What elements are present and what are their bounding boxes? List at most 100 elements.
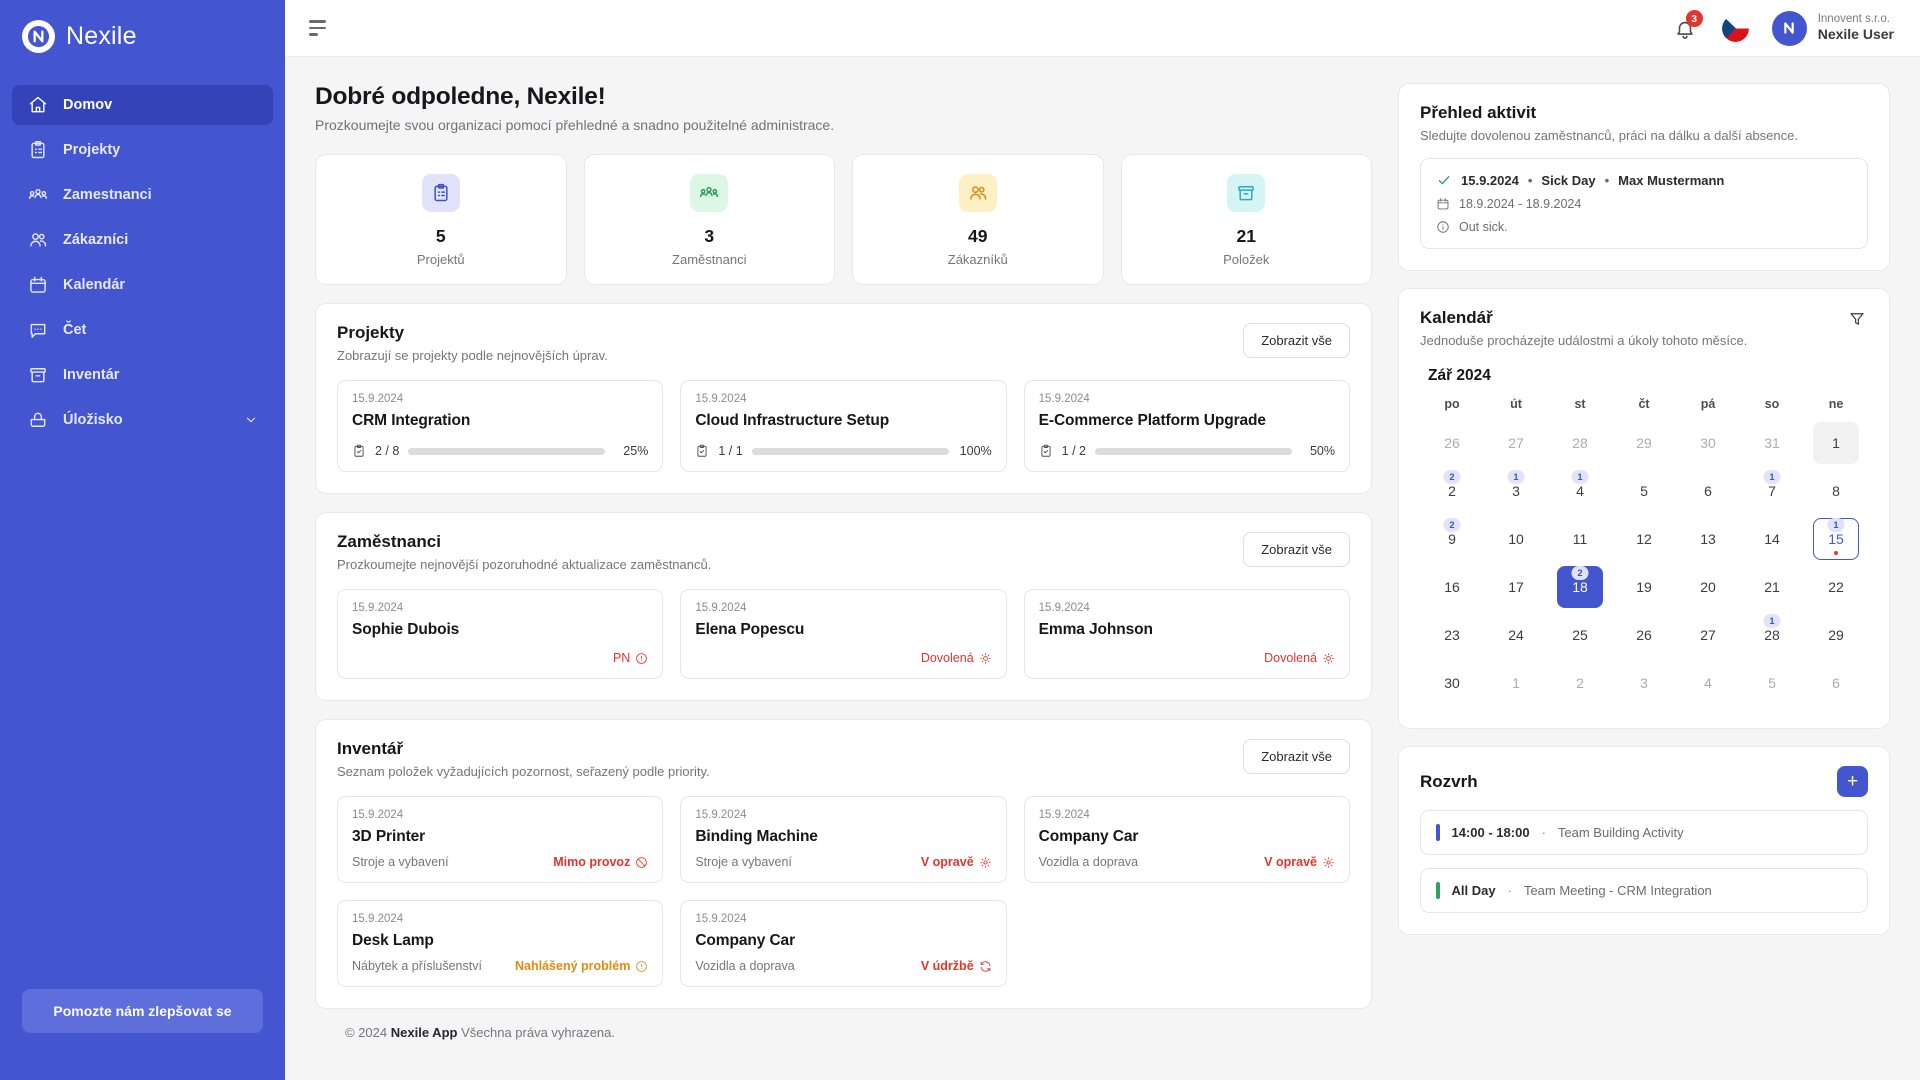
inventory-card[interactable]: 15.9.2024 Company Car Vozidla a doprava … xyxy=(680,900,1007,987)
stat-card-employees[interactable]: 3 Zaměstnanci xyxy=(583,154,835,285)
inventory-card[interactable]: 15.9.2024 3D Printer Stroje a vybavení M… xyxy=(337,796,664,883)
day-number: 1 xyxy=(1512,675,1520,691)
calendar-day-2[interactable]: 22 xyxy=(1420,467,1484,515)
calendar-day-3[interactable]: 3 xyxy=(1612,659,1676,707)
brand-logo[interactable]: Nexile xyxy=(0,0,285,71)
user-menu[interactable]: Innovent s.r.o. Nexile User xyxy=(1771,10,1894,46)
calendar-day-5[interactable]: 5 xyxy=(1740,659,1804,707)
activity-note-text: Out sick. xyxy=(1459,220,1508,234)
calendar-day-6[interactable]: 6 xyxy=(1676,467,1740,515)
sidebar-item-zamestnanci[interactable]: Zamestnanci xyxy=(12,175,273,215)
project-card[interactable]: 15.9.2024 CRM Integration 2 / 8 25% xyxy=(337,380,664,472)
calendar-day-8[interactable]: 8 xyxy=(1804,467,1868,515)
status-badge: Mimo provoz xyxy=(553,855,648,869)
sidebar-item-projekty[interactable]: Projekty xyxy=(12,130,273,170)
add-event-button[interactable]: + xyxy=(1837,766,1868,797)
calendar-day-2[interactable]: 2 xyxy=(1548,659,1612,707)
inventory-category: Vozidla a doprava xyxy=(1038,855,1139,869)
calendar-day-26[interactable]: 26 xyxy=(1612,611,1676,659)
calendar-day-1[interactable]: 1 xyxy=(1804,419,1868,467)
day-number: 26 xyxy=(1636,627,1652,643)
employee-card[interactable]: 15.9.2024 Elena Popescu Dovolená xyxy=(680,589,1007,679)
sidebar-item-ulozisko[interactable]: Úložisko xyxy=(12,400,273,440)
calendar-day-30[interactable]: 30 xyxy=(1420,659,1484,707)
calendar-day-24[interactable]: 24 xyxy=(1484,611,1548,659)
calendar-day-7[interactable]: 17 xyxy=(1740,467,1804,515)
sidebar-item-inventar[interactable]: Inventár xyxy=(12,355,273,395)
calendar-day-16[interactable]: 16 xyxy=(1420,563,1484,611)
inventory-view-all-button[interactable]: Zobrazit vše xyxy=(1243,739,1350,774)
calendar-day-23[interactable]: 23 xyxy=(1420,611,1484,659)
notifications-button[interactable]: 3 xyxy=(1673,10,1703,41)
day-number: 24 xyxy=(1508,627,1524,643)
calendar-day-3[interactable]: 13 xyxy=(1484,467,1548,515)
schedule-item[interactable]: 14:00 - 18:00 · Team Building Activity xyxy=(1420,810,1868,855)
sidebar-item-kalendar[interactable]: Kalendár xyxy=(12,265,273,305)
stat-label: Projektů xyxy=(416,252,465,267)
calendar-day-22[interactable]: 22 xyxy=(1804,563,1868,611)
calendar-day-28[interactable]: 28 xyxy=(1548,419,1612,467)
calendar-day-28[interactable]: 1 28 xyxy=(1740,611,1804,659)
calendar-dow-po: po xyxy=(1444,397,1460,411)
calendar-day-18[interactable]: 2 18 xyxy=(1548,563,1612,611)
calendar-day-1[interactable]: 1 xyxy=(1484,659,1548,707)
calendar-day-9[interactable]: 29 xyxy=(1420,515,1484,563)
calendar-day-27[interactable]: 27 xyxy=(1676,611,1740,659)
sidebar-item-cet[interactable]: Čet xyxy=(12,310,273,350)
calendar-day-19[interactable]: 19 xyxy=(1612,563,1676,611)
calendar-day-13[interactable]: 13 xyxy=(1676,515,1740,563)
hamburger-icon[interactable] xyxy=(307,16,328,40)
inventory-card[interactable]: 15.9.2024 Binding Machine Stroje a vybav… xyxy=(680,796,1007,883)
inventory-card[interactable]: 15.9.2024 Company Car Vozidla a doprava … xyxy=(1023,796,1350,883)
calendar-day-6[interactable]: 6 xyxy=(1804,659,1868,707)
activity-note: Out sick. xyxy=(1436,220,1852,234)
calendar-day-10[interactable]: 10 xyxy=(1484,515,1548,563)
calendar-day-25[interactable]: 25 xyxy=(1548,611,1612,659)
calendar-day-26[interactable]: 26 xyxy=(1420,419,1484,467)
schedule-item[interactable]: All Day · Team Meeting - CRM Integration xyxy=(1420,868,1868,913)
filter-icon[interactable] xyxy=(1846,308,1868,335)
employee-card[interactable]: 15.9.2024 Emma Johnson Dovolená xyxy=(1023,589,1350,679)
calendar-day-17[interactable]: 17 xyxy=(1484,563,1548,611)
day-number: 3 xyxy=(1640,675,1648,691)
calendar-day-27[interactable]: 27 xyxy=(1484,419,1548,467)
calendar-day-12[interactable]: 12 xyxy=(1612,515,1676,563)
day-number: 9 xyxy=(1448,531,1456,547)
chevron-down-icon[interactable] xyxy=(244,413,258,427)
projects-view-all-button[interactable]: Zobrazit vše xyxy=(1243,323,1350,358)
project-card[interactable]: 15.9.2024 E-Commerce Platform Upgrade 1 … xyxy=(1023,380,1350,472)
project-name: Cloud Infrastructure Setup xyxy=(695,412,890,429)
activity-type: Sick Day xyxy=(1541,172,1596,188)
calendar-day-15[interactable]: 1 15 xyxy=(1804,515,1868,563)
status-badge: V opravě xyxy=(1264,855,1335,869)
calendar-day-5[interactable]: 5 xyxy=(1612,467,1676,515)
calendar-day-31[interactable]: 31 xyxy=(1740,419,1804,467)
calendar-day-21[interactable]: 21 xyxy=(1740,563,1804,611)
inventory-card[interactable]: 15.9.2024 Desk Lamp Nábytek a příslušens… xyxy=(337,900,664,987)
employee-date: 15.9.2024 xyxy=(352,602,404,614)
employee-card[interactable]: 15.9.2024 Sophie Dubois PN xyxy=(337,589,664,679)
calendar-day-30[interactable]: 30 xyxy=(1676,419,1740,467)
project-card[interactable]: 15.9.2024 Cloud Infrastructure Setup 1 /… xyxy=(680,380,1007,472)
calendar-day-4[interactable]: 4 xyxy=(1676,659,1740,707)
calendar-day-29[interactable]: 29 xyxy=(1804,611,1868,659)
feedback-button[interactable]: Pomozte nám zlepšovat se xyxy=(22,989,263,1033)
calendar-day-11[interactable]: 11 xyxy=(1548,515,1612,563)
calendar-day-29[interactable]: 29 xyxy=(1612,419,1676,467)
stat-card-items[interactable]: 21 Položek xyxy=(1120,154,1372,285)
event-count-badge: 1 xyxy=(1763,614,1781,628)
employees-view-all-button[interactable]: Zobrazit vše xyxy=(1243,532,1350,567)
calendar-day-14[interactable]: 14 xyxy=(1740,515,1804,563)
stat-card-customers[interactable]: 49 Zákazníků xyxy=(852,154,1104,285)
ban-icon xyxy=(636,856,648,868)
calendar-day-4[interactable]: 14 xyxy=(1548,467,1612,515)
sidebar-item-zakaznici[interactable]: Zákazníci xyxy=(12,220,273,260)
sidebar-item-domov[interactable]: Domov xyxy=(12,85,273,125)
nexile-logo-icon xyxy=(22,20,55,53)
calendar-day-20[interactable]: 20 xyxy=(1676,563,1740,611)
czech-flag-icon[interactable] xyxy=(1721,14,1749,42)
stat-card-projects[interactable]: 5 Projektů xyxy=(315,154,567,285)
activity-item[interactable]: 15.9.2024 • Sick Day • Max Mustermann 18… xyxy=(1420,158,1868,249)
project-percent: 25% xyxy=(623,444,649,458)
sun-icon xyxy=(979,652,991,664)
